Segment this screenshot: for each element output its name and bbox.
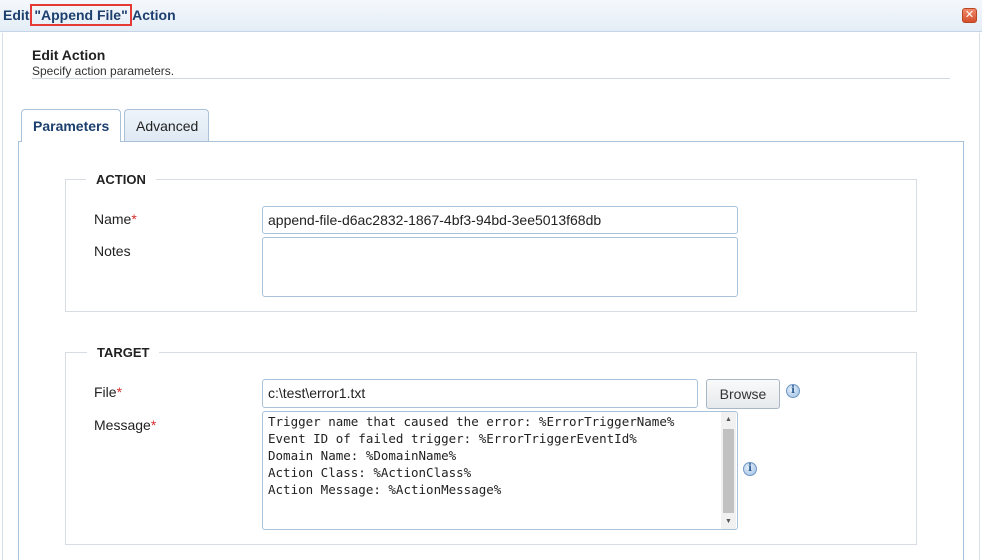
name-label: Name* — [94, 211, 137, 227]
notes-label: Notes — [94, 243, 131, 259]
file-input[interactable]: c:\test\error1.txt — [262, 379, 698, 408]
action-legend: ACTION — [86, 172, 156, 187]
required-marker: * — [150, 417, 157, 433]
required-marker: * — [131, 211, 137, 227]
scroll-down-icon[interactable]: ▼ — [721, 514, 736, 529]
scroll-up-icon[interactable]: ▲ — [721, 412, 736, 427]
header-divider — [32, 78, 950, 79]
tab-advanced[interactable]: Advanced — [124, 109, 209, 141]
section-subtitle: Specify action parameters. — [32, 64, 175, 78]
title-prefix: Edit — [3, 7, 34, 23]
notes-textarea[interactable] — [262, 237, 738, 297]
message-line: Domain Name: %DomainName% — [268, 448, 457, 463]
tab-parameters[interactable]: Parameters — [21, 109, 121, 142]
title-suffix: Action — [128, 7, 176, 23]
scrollbar-thumb[interactable] — [723, 429, 734, 513]
title-highlight: "Append File" — [30, 4, 132, 26]
name-input[interactable]: append-file-d6ac2832-1867-4bf3-94bd-3ee5… — [262, 206, 738, 234]
message-textarea[interactable]: Trigger name that caused the error: %Err… — [262, 411, 738, 530]
message-line: Action Class: %ActionClass% — [268, 465, 472, 480]
close-icon[interactable]: ✕ — [962, 8, 977, 23]
info-icon[interactable]: i — [743, 462, 757, 476]
message-label: Message* — [94, 417, 157, 433]
target-legend: TARGET — [87, 345, 160, 360]
file-label: File* — [94, 384, 123, 400]
message-scrollbar[interactable]: ▲ ▼ — [721, 412, 736, 529]
message-line: Action Message: %ActionMessage% — [268, 482, 502, 497]
browse-button[interactable]: Browse — [706, 379, 780, 409]
message-line: Event ID of failed trigger: %ErrorTrigge… — [268, 431, 637, 446]
info-icon[interactable]: i — [786, 384, 800, 398]
message-line: Trigger name that caused the error: %Err… — [268, 414, 675, 429]
window-title: Edit "Append File" Action — [3, 4, 176, 26]
section-title: Edit Action — [32, 47, 106, 63]
window-titlebar: Edit "Append File" Action ✕ — [0, 0, 982, 32]
required-marker: * — [116, 384, 123, 400]
